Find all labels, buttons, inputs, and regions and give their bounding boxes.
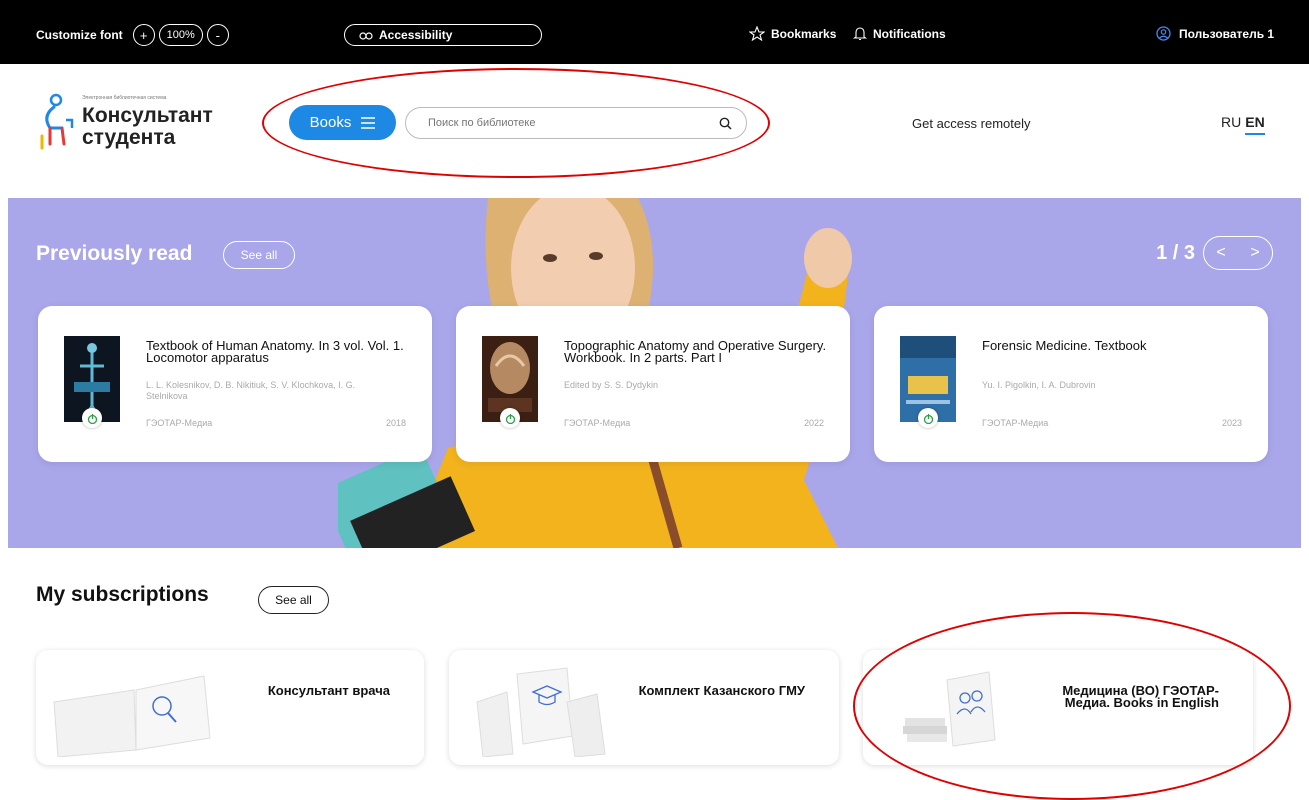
subscription-label: Медицина (ВО) ГЭОТАР-Медиа. Books in Eng… <box>1062 683 1219 710</box>
graduation-cap-book-illustration <box>476 667 606 757</box>
book-card[interactable]: Topographic Anatomy and Operative Surger… <box>456 306 850 462</box>
books-button-label: Books <box>309 114 352 131</box>
search-box[interactable] <box>405 107 747 139</box>
site-logo[interactable]: Электронная библиотечная система Консуль… <box>38 92 238 158</box>
previously-read-banner: Previously read See all 1 / 3 < > Textbo… <box>8 198 1301 548</box>
book-publisher: ГЭОТАР-Медиа <box>146 418 213 428</box>
chevron-right-icon[interactable]: > <box>1250 244 1259 262</box>
book-title: Forensic Medicine. Textbook <box>982 338 1147 353</box>
carousel-pager: 1 / 3 < > <box>1156 236 1273 270</box>
font-zoom-value: 100% <box>158 24 203 46</box>
user-icon <box>1156 26 1171 41</box>
user-name: Пользователь 1 <box>1179 26 1275 41</box>
logo-tagline: Электронная библиотечная система <box>82 95 167 101</box>
book-authors: Edited by S. S. Dydykin <box>564 380 659 390</box>
notifications-link[interactable]: Notifications <box>853 26 946 41</box>
open-book-search-illustration <box>53 675 211 757</box>
logo-title-line2: студента <box>82 126 176 149</box>
chevron-left-icon[interactable]: < <box>1216 244 1225 262</box>
search-input[interactable] <box>428 117 688 129</box>
logo-title-line1: Консультант <box>82 104 213 127</box>
subscription-label: Консультант врача <box>267 683 390 698</box>
open-access-icon <box>500 408 520 428</box>
book-card[interactable]: Textbook of Human Anatomy. In 3 vol. Vol… <box>38 306 432 462</box>
top-bar: Customize font + 100% - Accessibility Bo… <box>0 0 1309 64</box>
logo-title: Консультант студента <box>82 105 213 149</box>
font-controls: Customize font + 100% - <box>36 24 229 46</box>
lang-en-button[interactable]: EN <box>1245 114 1265 135</box>
book-year: 2023 <box>1221 418 1242 428</box>
open-access-icon <box>918 408 938 428</box>
book-year: 2018 <box>385 418 406 428</box>
subscription-card[interactable]: Консультант врача <box>36 650 424 765</box>
subscription-card[interactable]: Медицина (ВО) ГЭОТАР-Медиа. Books in Eng… <box>863 650 1253 765</box>
font-decrease-button[interactable]: - <box>206 24 229 46</box>
bookmarks-label: Bookmarks <box>771 26 837 41</box>
notifications-label: Notifications <box>873 26 946 41</box>
student-logo-icon <box>40 93 74 150</box>
doctors-book-illustration <box>903 671 996 747</box>
bookmarks-link[interactable]: Bookmarks <box>749 26 836 41</box>
book-year: 2022 <box>803 418 824 428</box>
book-card[interactable]: Forensic Medicine. Textbook Yu. I. Pigol… <box>874 306 1268 462</box>
accessibility-label: Accessibility <box>379 28 453 42</box>
customize-font-label: Customize font <box>36 28 123 42</box>
accessibility-button[interactable]: Accessibility <box>344 24 542 46</box>
book-authors: L. L. Kolesnikov, D. B. Nikitiuk, S. V. … <box>146 380 356 401</box>
glasses-icon <box>359 32 373 40</box>
user-menu[interactable]: Пользователь 1 <box>1156 26 1274 41</box>
book-publisher: ГЭОТАР-Медиа <box>564 418 631 428</box>
book-title: Textbook of Human Anatomy. In 3 vol. Vol… <box>146 338 404 365</box>
book-authors: Yu. I. Pigolkin, I. A. Dubrovin <box>982 380 1096 390</box>
language-switcher: RU EN <box>1221 114 1265 135</box>
books-menu-button[interactable]: Books <box>289 105 396 140</box>
subscriptions-see-all-button[interactable]: See all <box>258 586 329 614</box>
book-publisher: ГЭОТАР-Медиа <box>982 418 1049 428</box>
star-icon <box>749 26 765 41</box>
subscriptions-title: My subscriptions <box>36 583 209 606</box>
previously-read-see-all-button[interactable]: See all <box>223 241 295 269</box>
bell-icon <box>853 27 867 40</box>
subscription-card[interactable]: Комплект Казанского ГМУ <box>449 650 839 765</box>
hamburger-icon <box>361 116 376 129</box>
carousel-controls: < > <box>1203 236 1273 270</box>
remote-access-link[interactable]: Get access remotely <box>912 116 1031 131</box>
lang-ru-button[interactable]: RU <box>1221 114 1241 135</box>
font-increase-button[interactable]: + <box>132 24 155 46</box>
search-icon[interactable] <box>719 117 732 130</box>
subscription-label: Комплект Казанского ГМУ <box>638 683 805 698</box>
open-access-icon <box>82 408 102 428</box>
book-title: Topographic Anatomy and Operative Surger… <box>564 338 827 365</box>
carousel-page-indicator: 1 / 3 <box>1156 241 1195 264</box>
previously-read-title: Previously read <box>36 242 193 265</box>
